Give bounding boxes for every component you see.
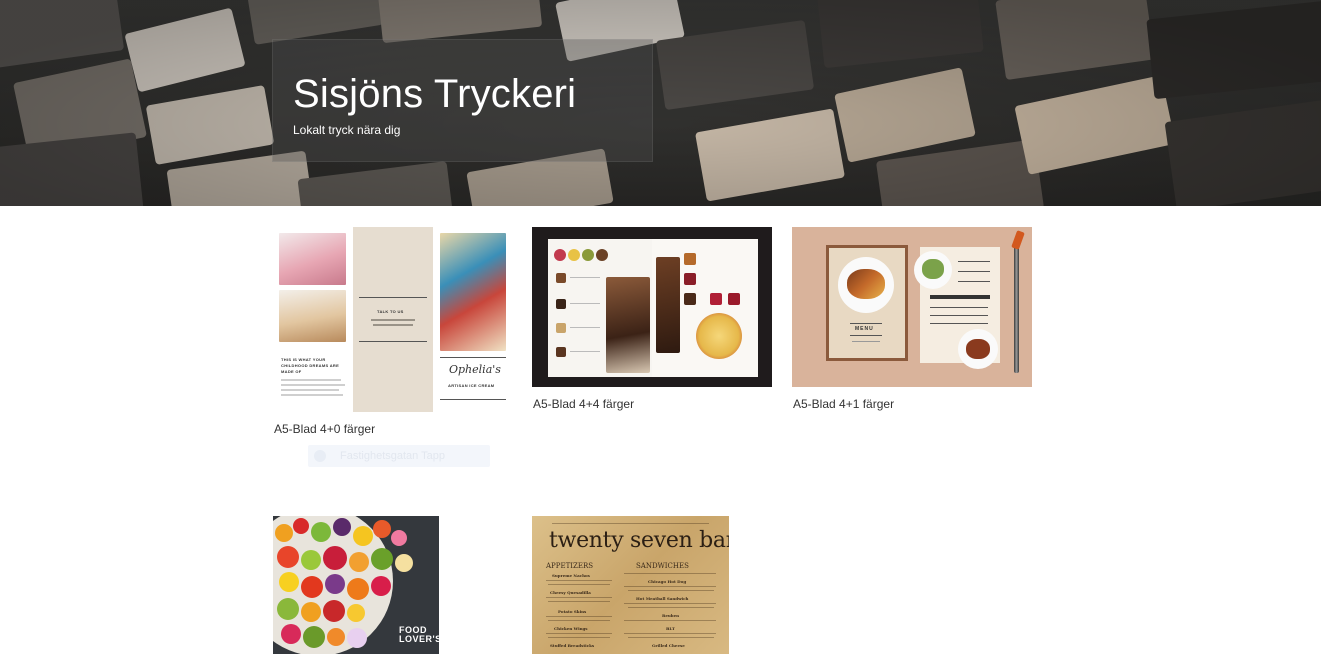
- bar-item: Chicken Wings: [554, 626, 588, 631]
- bar-item: Stuffed Breadsticks: [550, 643, 595, 648]
- faint-overlay-label: Fastighetsgatan Tapp: [340, 450, 445, 462]
- bar-section-appetizers: APPETIZERS: [546, 562, 594, 570]
- hero-title-box: Sisjöns Tryckeri Lokalt tryck nära dig: [272, 39, 653, 162]
- product-image-chocolate-menu[interactable]: [532, 227, 772, 387]
- product-card-bar-menu[interactable]: twenty seven bar APPETIZERS SANDWICHES S…: [532, 516, 729, 654]
- site-tagline: Lokalt tryck nära dig: [293, 123, 401, 137]
- product-caption[interactable]: A5-Blad 4+1 färger: [793, 397, 894, 411]
- bar-section-sandwiches: SANDWICHES: [636, 562, 689, 570]
- product-image-fruit-poster[interactable]: FOOD LOVER'S: [273, 516, 439, 654]
- poster-brand: FOOD LOVER'S: [399, 625, 439, 644]
- brochure-talk-label: TALK TO US: [377, 309, 404, 314]
- bar-item: Cheesy Quesadilla: [550, 590, 591, 595]
- menu-label: MENU: [855, 326, 874, 332]
- faint-overlay-link[interactable]: Fastighetsgatan Tapp: [308, 445, 490, 467]
- brochure-brand: Ophelia's: [449, 363, 501, 376]
- bar-item: Grilled Cheese: [652, 643, 685, 648]
- bar-item: Reuben: [662, 613, 680, 618]
- product-caption[interactable]: A5-Blad 4+0 färger: [274, 422, 375, 436]
- product-caption[interactable]: A5-Blad 4+4 färger: [533, 397, 634, 411]
- bar-item: Potato Skins: [558, 609, 587, 614]
- product-card-a5-4-4[interactable]: A5-Blad 4+4 färger: [532, 227, 772, 412]
- product-image-bar-menu[interactable]: twenty seven bar APPETIZERS SANDWICHES S…: [532, 516, 729, 654]
- site-title[interactable]: Sisjöns Tryckeri: [293, 72, 576, 117]
- product-image-ice-cream-brochure[interactable]: THIS IS WHAT YOUR CHILDHOOD DREAMS ARE M…: [273, 227, 506, 412]
- brochure-brand-sub: ARTISAN ICE CREAM: [448, 383, 495, 388]
- product-card-a5-4-1[interactable]: MENU A5-Blad 4+1 färger: [792, 227, 1032, 412]
- circle-icon: [314, 450, 326, 462]
- bar-item: BLT: [666, 626, 675, 631]
- hero-banner: Sisjöns Tryckeri Lokalt tryck nära dig: [0, 0, 1321, 206]
- product-card-fruit-poster[interactable]: FOOD LOVER'S: [273, 516, 439, 654]
- bar-item: Chicago Hot Dog: [648, 579, 687, 584]
- product-card-a5-4-0[interactable]: THIS IS WHAT YOUR CHILDHOOD DREAMS ARE M…: [273, 227, 506, 437]
- product-image-restaurant-menu[interactable]: MENU: [792, 227, 1032, 387]
- bar-menu-title: twenty seven bar: [549, 528, 729, 553]
- brochure-headline: THIS IS WHAT YOUR CHILDHOOD DREAMS ARE M…: [281, 357, 340, 374]
- bar-item: Hot Meatball Sandwich: [636, 596, 689, 601]
- bar-item: Supreme Nachos: [552, 573, 590, 578]
